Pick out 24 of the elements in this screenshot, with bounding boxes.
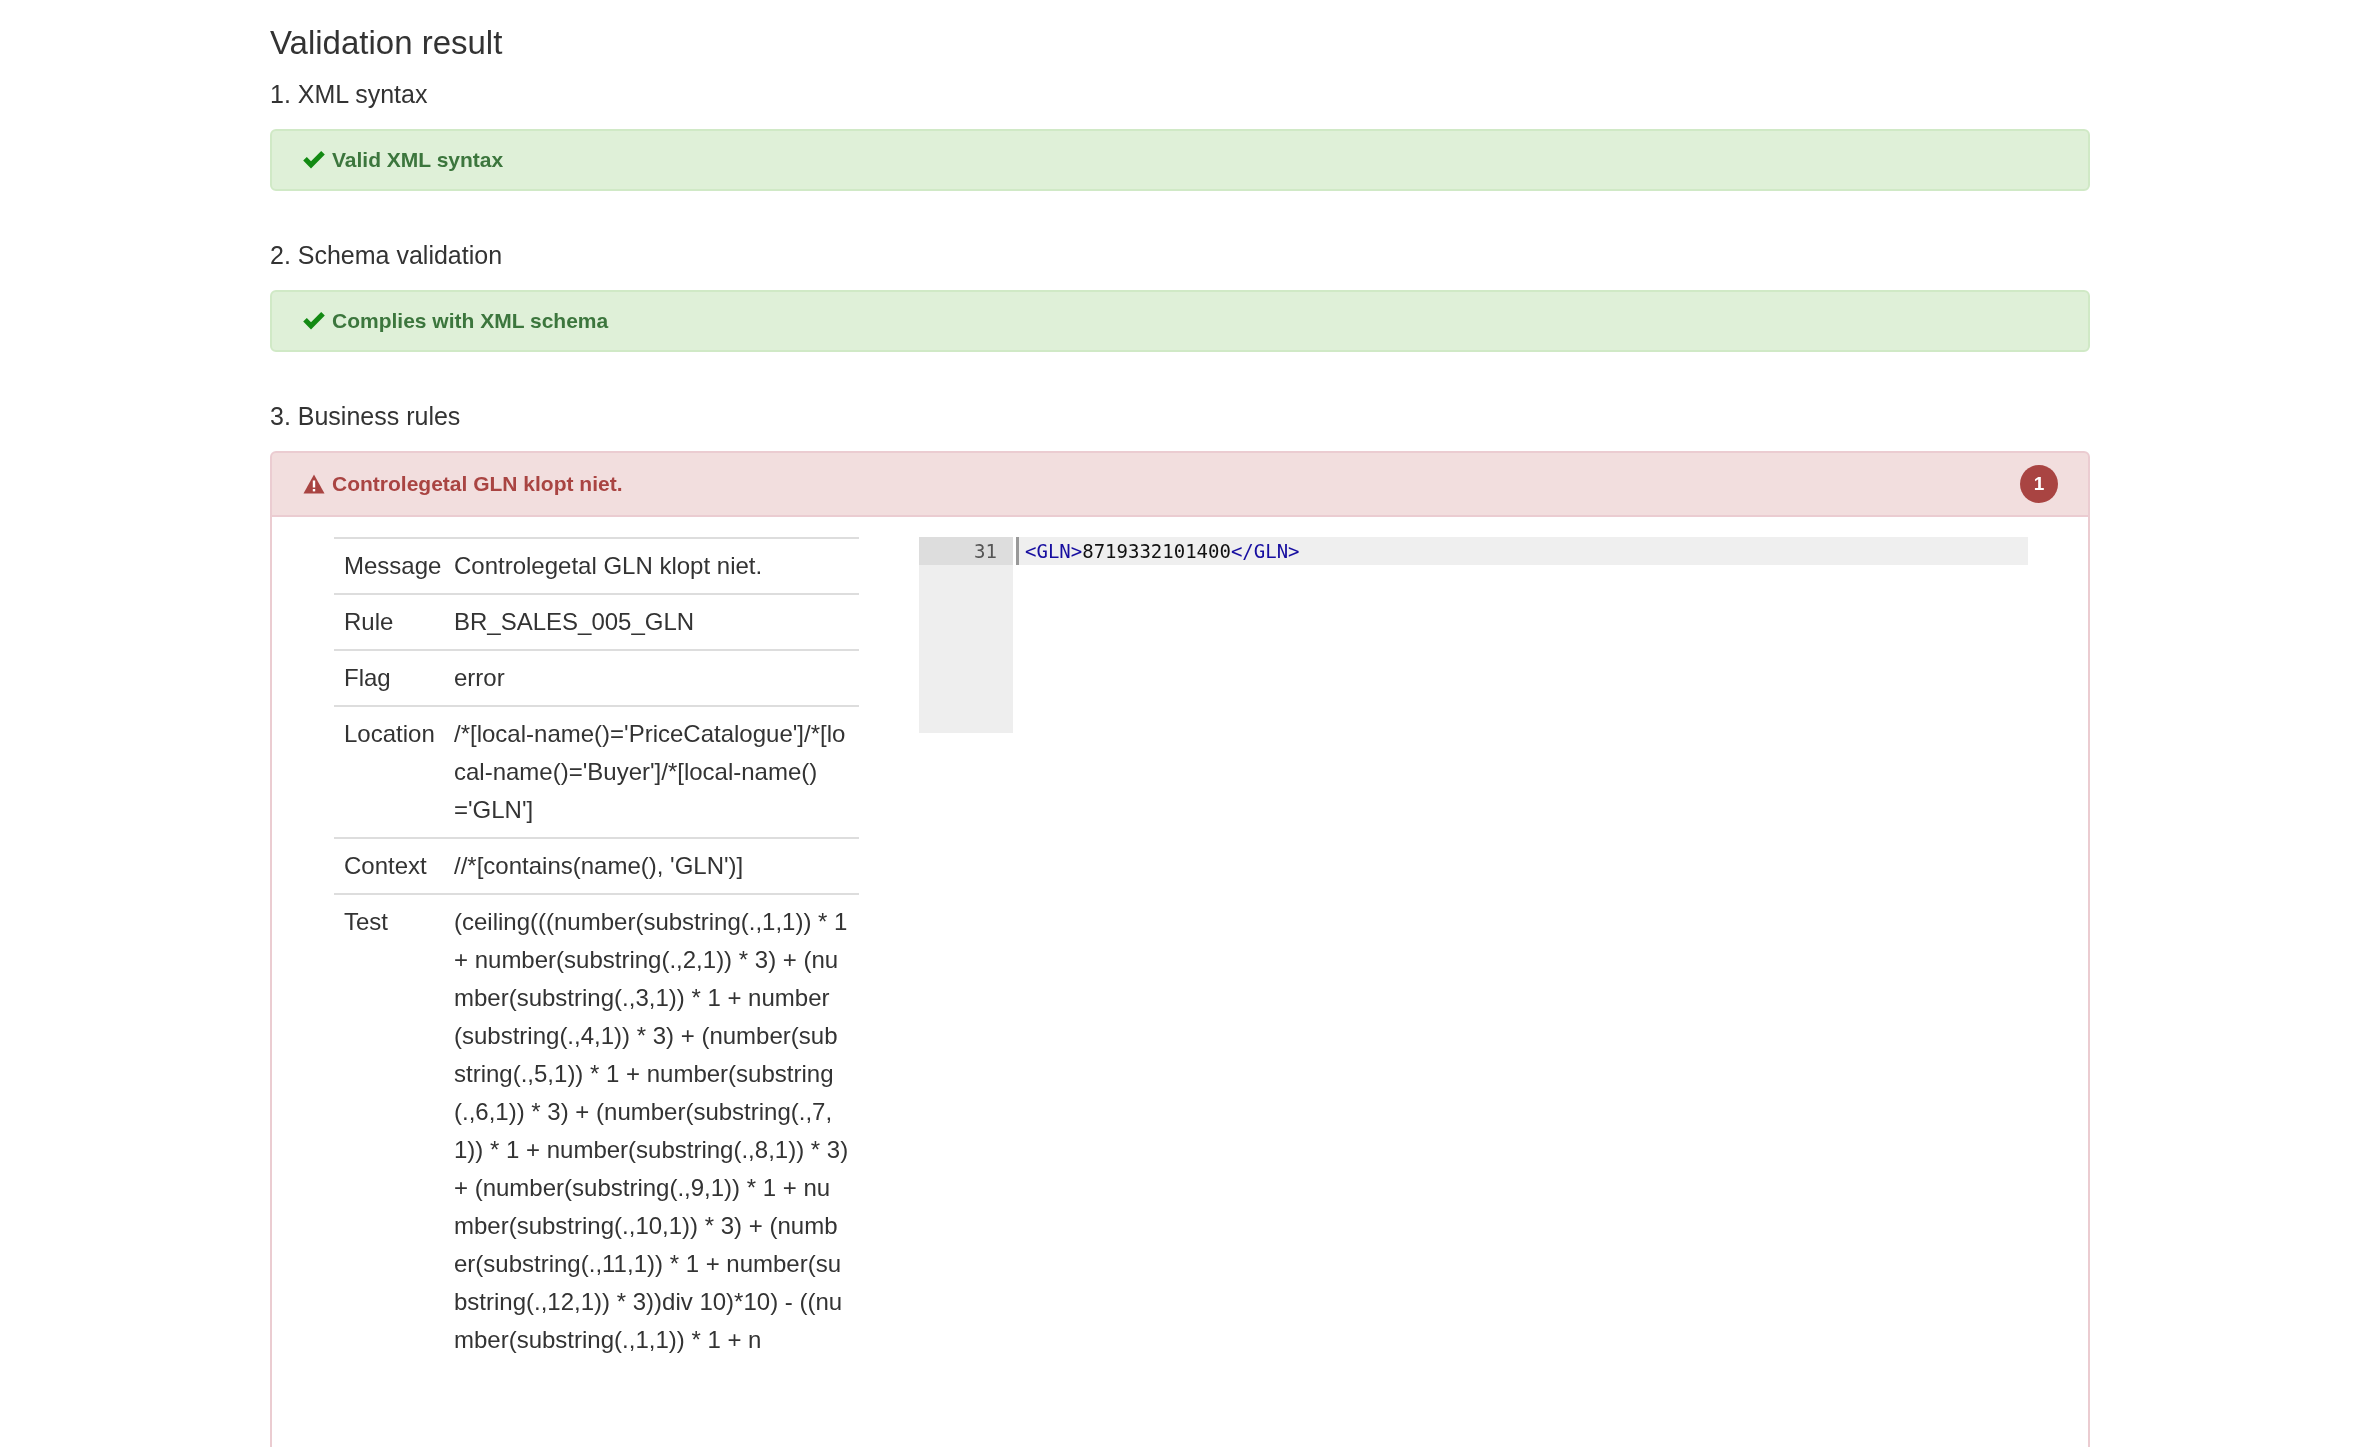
alert-message: Complies with XML schema — [332, 309, 609, 333]
field-value: Controlegetal GLN klopt niet. — [454, 538, 859, 594]
field-label: Flag — [334, 650, 454, 706]
field-label: Rule — [334, 594, 454, 650]
field-label: Message — [334, 538, 454, 594]
field-label: Test — [334, 894, 454, 1367]
field-label: Context — [334, 838, 454, 894]
page-title: Validation result — [270, 24, 504, 62]
field-value: BR_SALES_005_GLN — [454, 594, 859, 650]
field-value: /*[local-name()='PriceCatalogue']/*[local-name()='Buyer']/*[local-name()='GLN'] — [454, 706, 859, 838]
field-value: //*[contains(name(), 'GLN')] — [454, 838, 859, 894]
section-heading: 2. Schema validation — [270, 241, 504, 270]
alert-message: Valid XML syntax — [332, 148, 504, 172]
count-badge: 1 — [2020, 465, 2058, 503]
line-number: 31 — [919, 537, 1013, 565]
alert-message: Controlegetal GLN klopt niet. — [332, 472, 623, 496]
section-heading: 1. XML syntax — [270, 80, 429, 109]
warning-icon — [302, 474, 326, 494]
check-icon — [302, 311, 326, 331]
field-value: error — [454, 650, 859, 706]
field-value: (ceiling(((number(substring(.,1,1)) * 1 + number(substring(.,2,1)) * 3) + (number(substring(.,3,1)) * 1 + number(substring(.,4,1)) * 3) + (number(substring(.,5,1)) * 1 + number(substring(.,6,1)) * 3) + (number(substring(.,7,1)) * 1 + number(substring(.,8,1)) * 3) + (number(substring(.,9,1)) * 1 + number(substring(.,10,1)) * 3) + (number(substring(.,11,1)) * 1 + number(substring(.,12,1)) * 3))div 10)*10) - ((number(substring(.,1,1)) * 1 + n — [454, 894, 859, 1367]
field-label: Location — [334, 706, 454, 838]
section-heading: 3. Business rules — [270, 402, 462, 431]
check-icon — [302, 150, 326, 170]
